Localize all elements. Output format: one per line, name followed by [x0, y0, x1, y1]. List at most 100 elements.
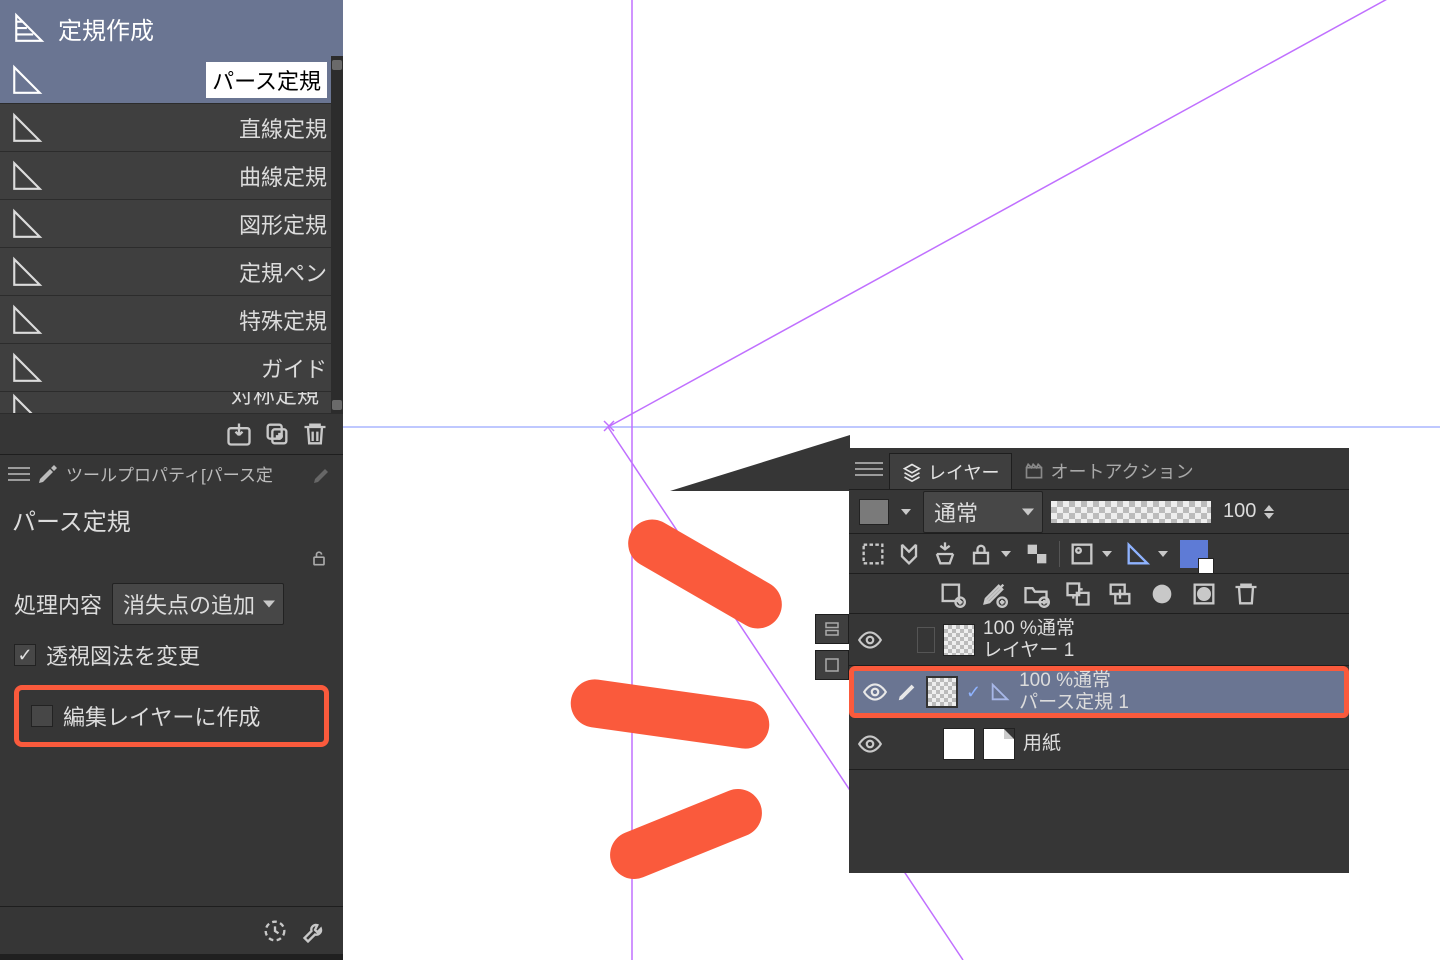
ruler-create-icon: [12, 11, 46, 45]
ruler-icon: [10, 207, 44, 241]
chevron-down-icon[interactable]: [897, 499, 915, 525]
layer-name: パース定規 1: [1019, 692, 1129, 714]
ruler-icon: [10, 255, 44, 289]
lock-icon[interactable]: [309, 548, 329, 568]
create-on-edit-layer-label: 編集レイヤーに作成: [63, 700, 260, 732]
subtool-scrollbar[interactable]: [331, 56, 343, 414]
subtool-label: 対称定規: [231, 392, 319, 410]
ruler-icon: [10, 63, 44, 97]
subtool-label: パース定規: [206, 62, 327, 98]
chevron-down-icon[interactable]: [1154, 541, 1172, 567]
selection-box-icon[interactable]: [859, 540, 887, 568]
subtool-guide[interactable]: ガイド: [0, 344, 343, 392]
new-vector-layer-icon[interactable]: [980, 580, 1008, 608]
reference-icon[interactable]: [931, 540, 959, 568]
opacity-value: 100: [1223, 500, 1256, 523]
layer-opacity-text: 100 %通常: [983, 618, 1075, 640]
eye-icon[interactable]: [857, 731, 883, 757]
subtool-curve-ruler[interactable]: 曲線定規: [0, 152, 343, 200]
new-raster-layer-icon[interactable]: [938, 580, 966, 608]
subtool-ruler-pen[interactable]: 定規ペン: [0, 248, 343, 296]
subtool-toolbar: [0, 414, 343, 454]
clapperboard-icon: [1024, 461, 1044, 481]
layer-row-paper[interactable]: 用紙: [849, 718, 1349, 770]
ruler-icon: [10, 351, 44, 385]
process-select[interactable]: 消失点の追加: [112, 583, 284, 625]
change-perspective-label: 透視図法を変更: [46, 639, 200, 671]
check-icon: ✓: [966, 682, 981, 703]
ruler-icon: [989, 681, 1011, 703]
delete-layer-icon[interactable]: [1232, 580, 1260, 608]
subtool-panel: 定規作成 パース定規 直線定規 曲線定規 図形定規 定規ペン 特殊定規 ガ: [0, 0, 343, 960]
scroll-up-icon[interactable]: [332, 60, 342, 70]
scroll-down-icon[interactable]: [332, 400, 342, 410]
subtool-perspective-ruler[interactable]: パース定規: [0, 56, 343, 104]
opacity-stepper[interactable]: [1264, 505, 1278, 519]
pen-icon[interactable]: [896, 681, 918, 703]
create-on-edit-layer-row[interactable]: 編集レイヤーに作成: [31, 700, 312, 732]
tab-label: レイヤー: [928, 459, 999, 485]
eye-icon[interactable]: [862, 679, 888, 705]
ruler-icon: [10, 392, 44, 414]
merge-layer-icon[interactable]: [1106, 580, 1134, 608]
ruler-toggle-icon[interactable]: [1124, 540, 1152, 568]
layer-name: レイヤー 1: [983, 640, 1075, 662]
checkbox-change-perspective[interactable]: [14, 644, 36, 666]
subtool-special-ruler[interactable]: 特殊定規: [0, 296, 343, 344]
change-perspective-row[interactable]: 透視図法を変更: [14, 639, 329, 671]
subtool-symmetry-ruler[interactable]: 対称定規: [0, 392, 343, 414]
process-row: 処理内容 消失点の追加: [14, 583, 329, 625]
panel-tabs: レイヤー オートアクション: [849, 448, 1349, 490]
import-subtool-icon[interactable]: [225, 420, 253, 448]
transfer-layer-icon[interactable]: [1064, 580, 1092, 608]
property-body: 処理内容 消失点の追加 透視図法を変更 編集レイヤーに作成: [0, 573, 343, 757]
effect-icon[interactable]: [1068, 540, 1096, 568]
new-folder-icon[interactable]: [1022, 580, 1050, 608]
tab-layer[interactable]: レイヤー: [889, 453, 1012, 489]
side-tab-2[interactable]: [815, 650, 849, 680]
checkbox-create-on-edit-layer[interactable]: [31, 705, 53, 727]
apply-mask-icon[interactable]: [1190, 580, 1218, 608]
clip-mask-icon[interactable]: [895, 540, 923, 568]
menu-icon[interactable]: [855, 462, 883, 476]
opacity-slider[interactable]: [1051, 501, 1211, 523]
brush-icon: [36, 462, 60, 486]
callout-tail: [670, 435, 850, 491]
tab-autoaction[interactable]: オートアクション: [1012, 453, 1205, 489]
tool-property-title: ツールプロパティ[パース定: [66, 461, 273, 486]
delete-subtool-icon[interactable]: [301, 420, 329, 448]
duplicate-subtool-icon[interactable]: [263, 420, 291, 448]
property-footer: [0, 906, 343, 954]
brush-settings-icon[interactable]: [311, 462, 335, 486]
layer-row[interactable]: 100 %通常 レイヤー 1: [849, 614, 1349, 666]
tool-property-header[interactable]: ツールプロパティ[パース定: [0, 454, 343, 492]
tool-header-label: 定規作成: [58, 11, 154, 46]
subtool-shape-ruler[interactable]: 図形定規: [0, 200, 343, 248]
mask-icon[interactable]: [1148, 580, 1176, 608]
checker-icon[interactable]: [1023, 540, 1051, 568]
layer-texts: 100 %通常 レイヤー 1: [983, 618, 1075, 662]
side-tab-1[interactable]: [815, 614, 849, 644]
tool-header[interactable]: 定規作成: [0, 0, 343, 56]
footer-separator: [0, 954, 343, 960]
wrench-icon[interactable]: [301, 917, 329, 945]
layer-row-perspective-ruler[interactable]: ✓ 100 %通常 パース定規 1: [849, 666, 1349, 718]
layer-color-icon[interactable]: [1180, 540, 1208, 568]
tab-label: オートアクション: [1050, 458, 1193, 484]
process-label: 処理内容: [14, 588, 102, 620]
eye-icon[interactable]: [857, 627, 883, 653]
layers-icon: [902, 462, 922, 482]
blend-mode-select[interactable]: 通常: [923, 491, 1043, 533]
chevron-down-icon[interactable]: [997, 541, 1015, 567]
lock-icon[interactable]: [967, 540, 995, 568]
subtool-line-ruler[interactable]: 直線定規: [0, 104, 343, 152]
menu-icon[interactable]: [8, 467, 30, 481]
layer-toolbar-1: [849, 534, 1349, 574]
layer-color-swatch[interactable]: [859, 499, 889, 525]
chevron-down-icon[interactable]: [1098, 541, 1116, 567]
reset-icon[interactable]: [261, 917, 289, 945]
subtool-label: 直線定規: [239, 112, 327, 144]
property-title: パース定規: [0, 492, 343, 543]
layer-list: 100 %通常 レイヤー 1 ✓ 100 %通常 パース定規 1 用紙: [849, 614, 1349, 770]
separator: [1059, 541, 1060, 567]
